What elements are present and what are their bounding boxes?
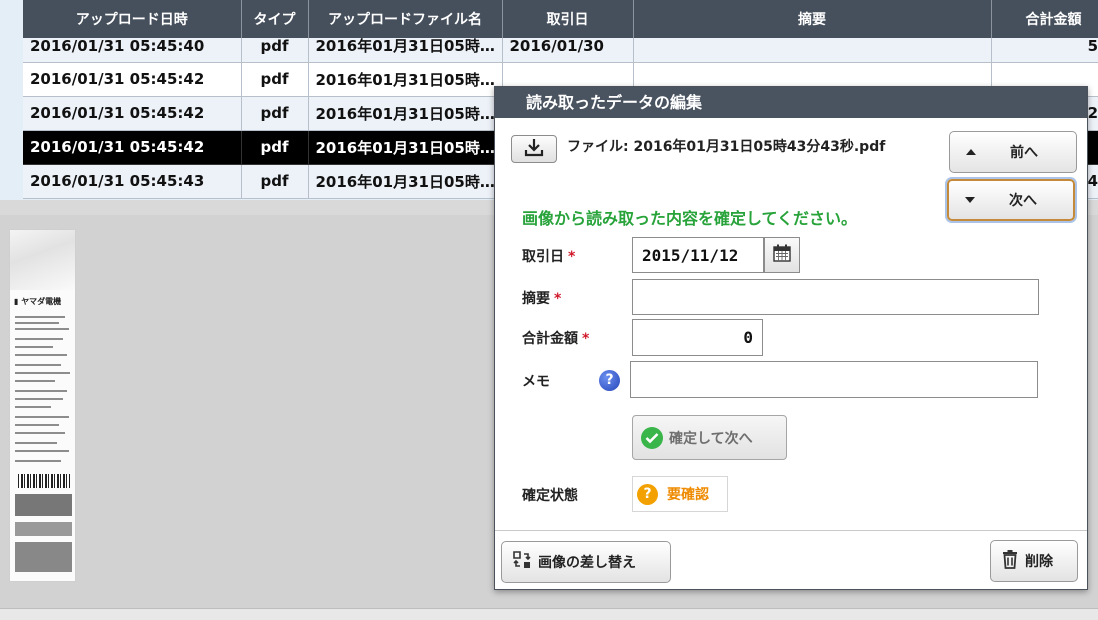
dialog-title: 読み取ったデータの編集 <box>495 87 1087 118</box>
receipt-text-line <box>15 316 65 318</box>
receipt-text-line <box>15 346 53 348</box>
receipt-text-line <box>15 380 55 382</box>
dialog-footer-divider <box>495 530 1087 531</box>
receipt-text-line <box>15 442 57 444</box>
receipt-text-line <box>15 450 69 452</box>
column-header-summary[interactable]: 摘要 <box>633 0 992 38</box>
prev-button[interactable]: 前へ <box>949 131 1077 173</box>
column-header-uploaded[interactable]: アップロード日時 <box>23 0 242 38</box>
file-name-label: ファイル: 2016年01月31日05時43分43秒.pdf <box>567 139 886 155</box>
edit-data-dialog: 読み取ったデータの編集 ファイル: 2016年01月31日05時43分43秒.p… <box>494 86 1088 590</box>
memo-label: メモ <box>522 374 550 390</box>
receipt-barcode <box>18 474 70 488</box>
receipt-text-block <box>15 494 72 516</box>
cell-filename: 2016年01月31日05時… <box>308 96 503 131</box>
image-replace-icon <box>512 550 538 574</box>
confirm-next-button[interactable]: 確定して次へ <box>632 415 787 460</box>
receipt-image[interactable]: ▮ ヤマダ電機 <box>9 229 76 582</box>
cell-date: 2016/01/30 <box>502 38 634 63</box>
cell-uploaded: 2016/01/31 05:45:43 <box>23 164 242 199</box>
amount-field[interactable] <box>632 319 763 356</box>
next-button[interactable]: 次へ <box>947 179 1075 221</box>
status-label: 確定状態 <box>522 488 578 504</box>
amount-label: 合計金額 * <box>522 328 589 348</box>
file-info-row: ファイル: 2016年01月31日05時43分43秒.pdf <box>511 135 885 165</box>
help-icon[interactable]: ? <box>599 370 620 391</box>
cell-type: pdf <box>241 38 309 63</box>
receipt-text-line <box>15 328 69 330</box>
table-row[interactable]: 2016/01/31 05:45:40 pdf 2016年01月31日05時… … <box>23 38 1098 63</box>
receipt-torn-edge <box>10 230 75 290</box>
cell-type: pdf <box>241 130 309 165</box>
cell-filename: 2016年01月31日05時… <box>308 130 503 165</box>
cell-uploaded: 2016/01/31 05:45:40 <box>23 38 242 63</box>
instruction-text: 画像から読み取った内容を確定してください。 <box>522 209 858 228</box>
prev-button-label: 前へ <box>1010 145 1038 161</box>
replace-image-button[interactable]: 画像の差し替え <box>501 541 671 583</box>
cell-summary <box>633 38 992 63</box>
receipt-text-line <box>15 364 61 366</box>
cell-type: pdf <box>241 96 309 131</box>
replace-image-label: 画像の差し替え <box>538 555 636 571</box>
date-label: 取引日 * <box>522 246 575 266</box>
receipt-text-line <box>15 398 63 400</box>
receipt-text-line <box>15 424 59 426</box>
cell-filename: 2016年01月31日05時… <box>308 62 503 97</box>
column-header-date[interactable]: 取引日 <box>502 0 634 38</box>
required-mark: * <box>554 291 562 307</box>
cell-uploaded: 2016/01/31 05:45:42 <box>23 130 242 165</box>
status-badge: ? 要確認 <box>632 476 728 512</box>
date-field[interactable] <box>632 237 764 273</box>
required-mark: * <box>568 249 576 265</box>
column-header-filename[interactable]: アップロードファイル名 <box>308 0 503 38</box>
receipt-store-name: ヤマダ電機 <box>21 297 62 306</box>
trash-icon <box>1001 549 1025 573</box>
receipt-text-line <box>15 432 65 434</box>
question-circle-icon: ? <box>637 483 658 505</box>
download-button[interactable] <box>511 135 557 163</box>
cell-type: pdf <box>241 62 309 97</box>
cell-filename: 2016年01月31日05時… <box>308 38 503 63</box>
summary-label-text: 摘要 <box>522 291 550 307</box>
confirm-next-label: 確定して次へ <box>669 430 753 447</box>
calendar-icon <box>772 243 792 267</box>
table-header-row: アップロード日時 タイプ アップロードファイル名 取引日 摘要 合計金額 <box>23 0 1098 38</box>
column-header-amount[interactable]: 合計金額 <box>991 0 1098 38</box>
receipt-text-line <box>15 338 63 340</box>
arrow-down-icon <box>965 197 975 203</box>
status-value: 要確認 <box>667 487 709 503</box>
receipt-text-line <box>15 322 59 324</box>
calendar-button[interactable] <box>764 237 800 273</box>
receipt-text-line <box>15 372 70 374</box>
memo-field[interactable] <box>630 361 1038 398</box>
cell-uploaded: 2016/01/31 05:45:42 <box>23 62 242 97</box>
status-bar <box>0 608 1098 620</box>
check-circle-icon <box>641 426 663 449</box>
receipt-text-block <box>15 522 72 536</box>
date-label-text: 取引日 <box>522 249 564 265</box>
receipt-text-line <box>15 406 51 408</box>
required-mark: * <box>582 331 590 347</box>
delete-label: 削除 <box>1025 554 1053 570</box>
cell-filename: 2016年01月31日05時… <box>308 164 503 199</box>
next-button-label: 次へ <box>1009 193 1037 209</box>
download-icon <box>523 137 545 161</box>
cell-type: pdf <box>241 164 309 199</box>
receipt-text-line <box>15 354 67 356</box>
receipt-text-block <box>15 542 72 572</box>
summary-label: 摘要 * <box>522 288 561 308</box>
summary-field[interactable] <box>632 279 1039 315</box>
amount-label-text: 合計金額 <box>522 331 578 347</box>
receipt-text-line <box>15 416 69 418</box>
cell-uploaded: 2016/01/31 05:45:42 <box>23 96 242 131</box>
receipt-text-line <box>15 390 67 392</box>
receipt-store-logo: ▮ ヤマダ電機 <box>14 297 62 306</box>
arrow-up-icon <box>966 149 976 155</box>
delete-button[interactable]: 削除 <box>990 540 1078 582</box>
column-header-type[interactable]: タイプ <box>241 0 309 38</box>
receipt-text-line <box>15 460 61 462</box>
cell-amount: 54 <box>991 38 1098 63</box>
